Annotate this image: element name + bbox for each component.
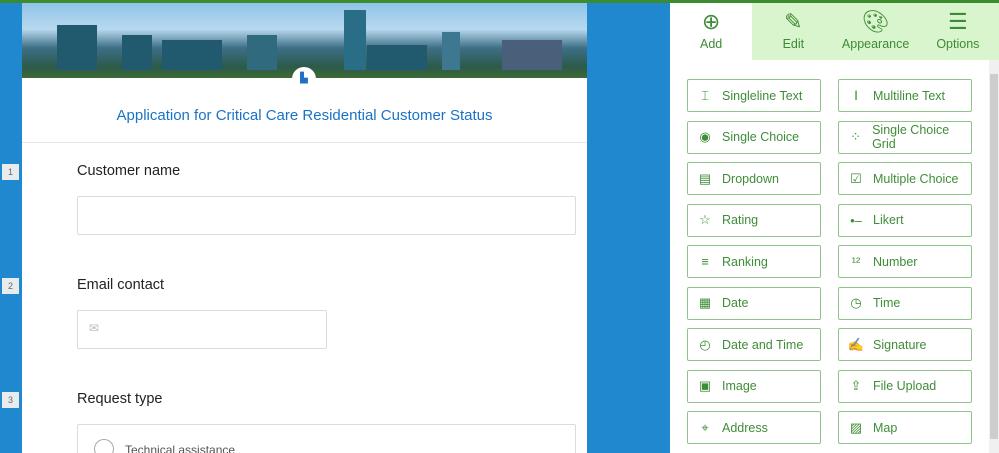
- tab-label: Options: [936, 37, 980, 51]
- field-label: Date: [722, 296, 749, 310]
- add-field-date-button[interactable]: ▦ Date: [687, 286, 821, 320]
- field-type-icon: ✍: [847, 336, 865, 352]
- add-field-multiline-text-button[interactable]: Ⅰ Multiline Text: [838, 79, 972, 112]
- tab-label: Appearance: [841, 37, 910, 51]
- add-field-singleline-text-button[interactable]: ⌶ Singleline Text: [687, 79, 821, 112]
- field-type-icon: •–: [850, 212, 862, 228]
- field-label: Time: [873, 296, 901, 310]
- form-title: Application for Critical Care Residentia…: [116, 107, 493, 124]
- add-field-address-button[interactable]: ⌖ Address: [687, 411, 821, 444]
- field-label: Map: [873, 420, 898, 435]
- customer-name-input[interactable]: [77, 196, 576, 235]
- add-field-signature-button[interactable]: ✍ Signature: [838, 328, 972, 361]
- question-label: Request type: [77, 391, 163, 407]
- add-field-rating-button[interactable]: ☆ Rating: [687, 203, 821, 237]
- add-field-map-button[interactable]: ▨ Map: [838, 411, 972, 444]
- add-field-number-button[interactable]: ¹² Number: [838, 245, 972, 278]
- field-label: Date and Time: [722, 337, 804, 352]
- tab-label: Edit: [782, 37, 805, 51]
- field-label: Likert: [873, 213, 904, 227]
- field-type-icon: ⇪: [850, 378, 862, 393]
- choice-label: Technical assistance: [125, 443, 236, 453]
- field-type-icon: ▨: [849, 419, 863, 435]
- add-field-ranking-button[interactable]: ≡ Ranking: [687, 245, 821, 278]
- field-label: Multiple Choice: [873, 171, 959, 186]
- scrollbar[interactable]: [989, 60, 999, 453]
- field-label: Dropdown: [722, 171, 779, 186]
- field-label: Number: [873, 254, 918, 269]
- form-preview: ▙ Application for Critical Care Resident…: [22, 3, 587, 453]
- tab-options[interactable]: ☰ Options: [916, 3, 999, 60]
- add-field-single-choice-grid-button[interactable]: ⁘ Single Choice Grid: [838, 120, 972, 154]
- divider: [22, 142, 587, 143]
- field-type-icon: ⁘: [850, 129, 861, 144]
- sliders-icon: ☰: [948, 9, 968, 34]
- field-type-icon: ☑: [850, 170, 862, 186]
- field-label: Rating: [722, 213, 759, 227]
- tab-label: Add: [700, 37, 723, 51]
- tab-edit[interactable]: ✎ Edit: [752, 3, 835, 60]
- field-label: Image: [722, 379, 757, 393]
- choice-option[interactable]: Technical assistance: [77, 424, 576, 453]
- field-type-icon: ¹²: [851, 254, 861, 269]
- envelope-icon: ✉: [89, 321, 100, 335]
- field-type-icon: ⌶: [701, 87, 709, 103]
- field-type-icon: ▦: [698, 295, 712, 310]
- question-number: 2: [2, 278, 19, 294]
- field-label: Signature: [873, 337, 927, 352]
- question-number: 1: [2, 164, 19, 180]
- field-label: File Upload: [873, 379, 937, 393]
- field-type-icon: ≡: [701, 254, 709, 269]
- question-label: Email contact: [77, 277, 165, 293]
- tab-bar: ⊕ Add ✎ Edit 🎨︎ Appearance ☰ Options: [670, 3, 999, 60]
- add-field-multiple-choice-button[interactable]: ☑ Multiple Choice: [838, 162, 972, 195]
- field-type-icon: ◉: [699, 129, 711, 144]
- add-field-dropdown-button[interactable]: ▤ Dropdown: [687, 162, 821, 195]
- field-type-icon: ☆: [699, 212, 711, 227]
- logo-icon: ▙: [292, 67, 316, 91]
- question-number: 3: [2, 392, 19, 408]
- field-type-icon: ◴: [699, 336, 711, 352]
- plus-circle-icon: ⊕: [701, 9, 721, 34]
- question-label: Customer name: [77, 163, 181, 179]
- add-field-likert-button[interactable]: •– Likert: [838, 203, 972, 237]
- add-field-image-button[interactable]: ▣ Image: [687, 369, 821, 403]
- email-input[interactable]: ✉: [77, 310, 327, 349]
- tab-add[interactable]: ⊕ Add: [670, 3, 753, 60]
- add-field-date-and-time-button[interactable]: ◴ Date and Time: [687, 328, 821, 361]
- add-field-single-choice-button[interactable]: ◉ Single Choice: [687, 120, 821, 154]
- field-type-icon: ⌖: [701, 419, 709, 435]
- field-type-icon: ▣: [698, 378, 712, 393]
- field-label: Singleline Text: [722, 88, 803, 103]
- builder-panel: ⊕ Add ✎ Edit 🎨︎ Appearance ☰ Options ⌶ Single…: [670, 3, 999, 453]
- palette-icon: 🎨︎: [861, 9, 890, 34]
- field-type-icon: ▤: [698, 170, 712, 186]
- field-label: Address: [722, 420, 768, 435]
- add-field-file-upload-button[interactable]: ⇪ File Upload: [838, 369, 972, 403]
- field-label: Ranking: [722, 254, 768, 269]
- field-type-icon: Ⅰ: [854, 87, 858, 103]
- add-field-time-button[interactable]: ◷ Time: [838, 286, 972, 320]
- scrollbar-thumb[interactable]: [990, 74, 998, 439]
- field-label: Multiline Text: [873, 88, 946, 103]
- field-type-icon: ◷: [850, 295, 862, 310]
- radio-icon[interactable]: [94, 439, 114, 453]
- tab-appearance[interactable]: 🎨︎ Appearance: [834, 3, 917, 60]
- pencil-icon: ✎: [784, 9, 803, 34]
- field-label: Single Choice Grid: [872, 123, 950, 151]
- field-label: Single Choice: [722, 130, 800, 144]
